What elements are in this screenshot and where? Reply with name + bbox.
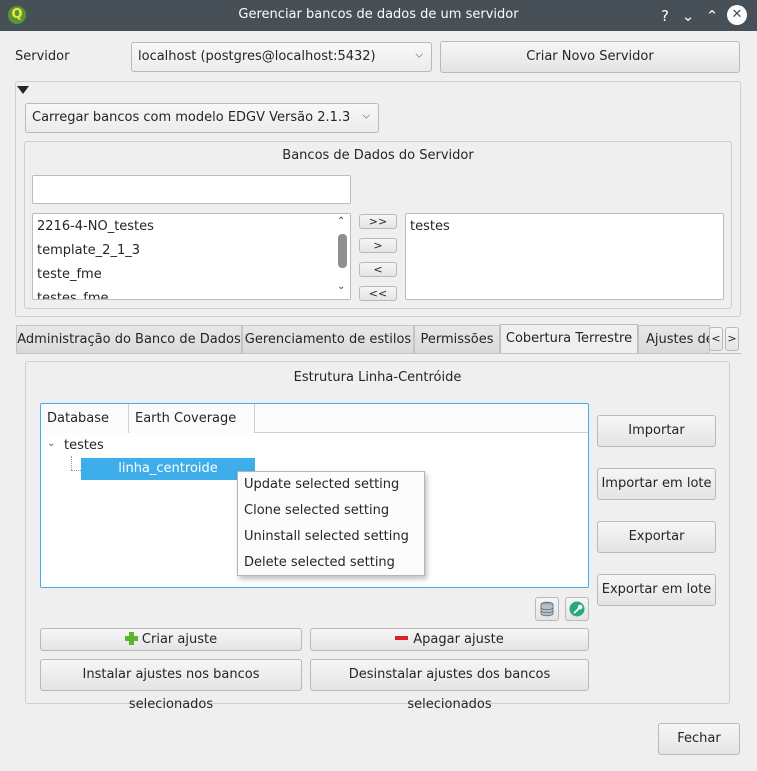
menu-item-update[interactable]: Update selected setting: [244, 472, 399, 498]
tab-scroll-left-button[interactable]: <: [709, 327, 723, 351]
database-icon[interactable]: [535, 597, 559, 621]
scroll-up-icon[interactable]: ⌃: [337, 216, 345, 227]
server-select[interactable]: localhost (postgres@localhost:5432) ⌵: [131, 42, 432, 72]
delete-setting-button[interactable]: Apagar ajuste: [310, 628, 589, 651]
menu-item-uninstall[interactable]: Uninstall selected setting: [244, 524, 409, 550]
import-button[interactable]: Importar: [597, 415, 716, 447]
list-item[interactable]: teste_fme: [37, 267, 102, 282]
title-bar: Q Gerenciar bancos de dados de um servid…: [0, 0, 757, 31]
template-select-value: Carregar bancos com modelo EDGV Versão 2…: [32, 110, 351, 125]
tab-scroll-right-button[interactable]: >: [725, 327, 739, 351]
maximize-icon[interactable]: ⌃: [702, 6, 722, 26]
minus-icon: [395, 636, 409, 640]
menu-item-delete[interactable]: Delete selected setting: [244, 550, 395, 576]
scroll-down-icon[interactable]: ⌄: [337, 281, 345, 292]
batch-import-button[interactable]: Importar em lote: [597, 468, 716, 500]
export-button[interactable]: Exportar: [597, 521, 716, 553]
tree-item-root[interactable]: testes: [64, 438, 104, 453]
chevron-down-icon: ⌵: [415, 49, 423, 61]
help-icon[interactable]: ?: [655, 6, 675, 26]
expand-chevron-icon[interactable]: ⌄: [47, 438, 55, 449]
install-settings-button[interactable]: Instalar ajustes nos bancos selecionados: [40, 659, 302, 712]
server-label: Servidor: [15, 49, 70, 64]
group-title: Estrutura Linha-Centróide: [293, 370, 462, 385]
settings-wrench-icon[interactable]: [565, 597, 589, 621]
template-select[interactable]: Carregar bancos com modelo EDGV Versão 2…: [25, 103, 379, 133]
move-all-left-button[interactable]: <<: [359, 286, 397, 301]
database-filter-input[interactable]: [32, 175, 351, 204]
tree-branch-line: [71, 470, 81, 471]
selected-databases-list[interactable]: testes: [405, 213, 724, 300]
delete-setting-label: Apagar ajuste: [413, 632, 504, 647]
list-item[interactable]: template_2_1_3: [37, 243, 140, 258]
tab-style-management[interactable]: Gerenciamento de estilos: [242, 325, 414, 353]
tab-permissions[interactable]: Permissões: [414, 325, 500, 353]
column-header-database[interactable]: Database: [41, 404, 129, 433]
move-right-button[interactable]: >: [359, 238, 397, 253]
list-item[interactable]: testes: [410, 219, 450, 234]
column-header-earth-coverage[interactable]: Earth Coverage: [129, 404, 255, 433]
minimize-icon[interactable]: ⌄: [678, 6, 698, 26]
plus-icon: [124, 632, 138, 645]
create-server-button[interactable]: Criar Novo Servidor: [440, 41, 740, 73]
collapse-triangle-icon[interactable]: [17, 86, 29, 94]
list-scrollbar[interactable]: ⌃ ⌄: [335, 214, 350, 299]
create-setting-button[interactable]: Criar ajuste: [40, 628, 302, 651]
close-button[interactable]: Fechar: [658, 723, 740, 755]
create-setting-label: Criar ajuste: [141, 632, 218, 647]
uninstall-settings-button[interactable]: Desinstalar ajustes dos bancos seleciona…: [310, 659, 589, 712]
move-all-right-button[interactable]: >>: [359, 214, 397, 229]
tab-settings[interactable]: Ajustes de: [638, 325, 710, 353]
move-left-button[interactable]: <: [359, 262, 397, 277]
context-menu: Update selected setting Clone selected s…: [237, 471, 425, 576]
menu-item-clone[interactable]: Clone selected setting: [244, 498, 389, 524]
list-item[interactable]: 2216-4-NO_testes: [37, 219, 154, 234]
group-title: Bancos de Dados do Servidor: [282, 148, 474, 163]
tab-land-cover[interactable]: Cobertura Terrestre: [500, 324, 638, 354]
scrollbar-thumb[interactable]: [338, 234, 347, 268]
available-databases-list[interactable]: 2216-4-NO_testes template_2_1_3 teste_fm…: [32, 213, 351, 300]
tree-header: Database Earth Coverage: [41, 404, 588, 433]
close-window-icon[interactable]: ✕: [727, 5, 747, 25]
window-title: Gerenciar bancos de dados de um servidor: [238, 7, 519, 22]
chevron-down-icon: ⌵: [362, 110, 370, 122]
tree-branch-line: [71, 456, 72, 470]
tree-item-child[interactable]: linha_centroide: [81, 458, 255, 480]
list-item[interactable]: testes_fme: [37, 291, 108, 299]
batch-export-button[interactable]: Exportar em lote: [597, 574, 716, 606]
tab-database-admin[interactable]: Administração do Banco de Dados: [16, 325, 242, 353]
server-select-value: localhost (postgres@localhost:5432): [138, 49, 376, 64]
